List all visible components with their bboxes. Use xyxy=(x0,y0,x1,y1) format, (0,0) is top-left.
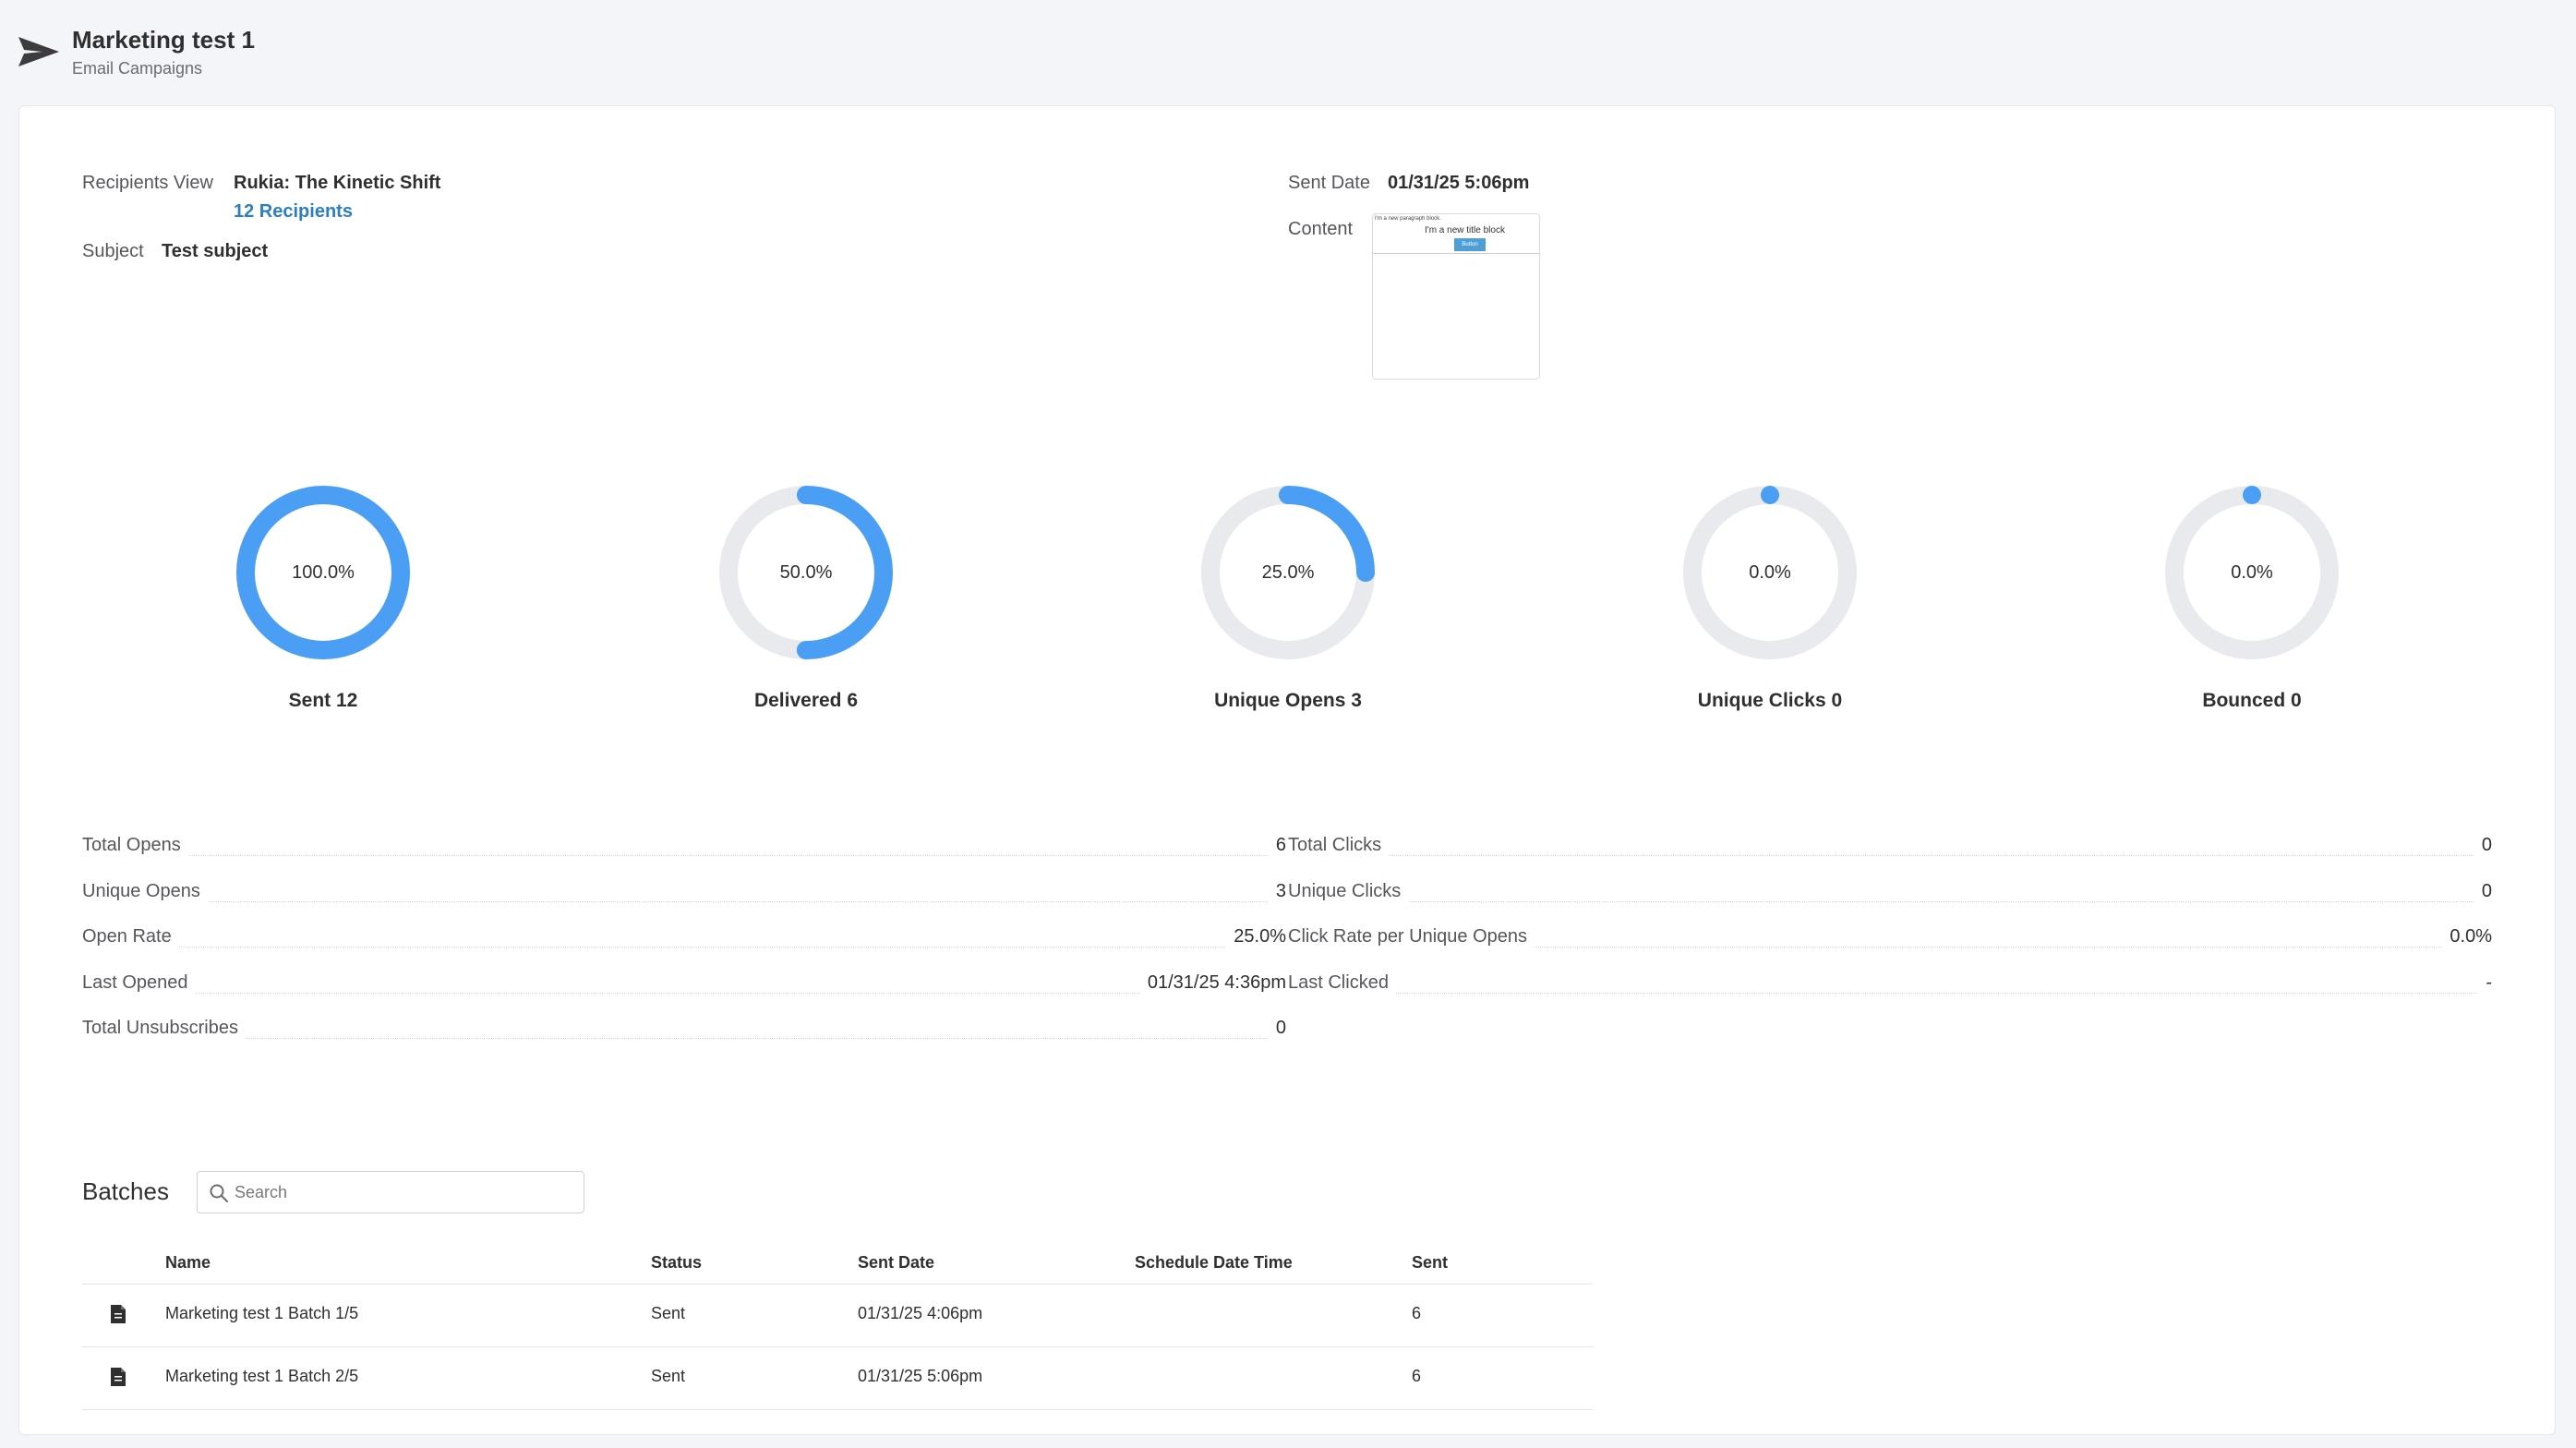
stat-value: 6 xyxy=(1268,835,1286,856)
sent-date-label: Sent Date xyxy=(1288,173,1370,193)
batch-name[interactable]: Marketing test 1 Batch 2/5 xyxy=(165,1367,358,1386)
stat-label: Total Clicks xyxy=(1288,835,1390,856)
donut-chart: 0.0% xyxy=(2160,480,2344,665)
stat-value: 3 xyxy=(1268,880,1286,902)
campaign-card: Recipients View Rukia: The Kinetic Shift… xyxy=(18,105,2556,1435)
donut-label: Bounced 0 xyxy=(2202,690,2302,711)
stat-label: Unique Clicks xyxy=(1288,880,1409,902)
donut-chart: 50.0% xyxy=(714,480,898,665)
donut-label: Unique Clicks 0 xyxy=(1697,690,1843,711)
recipients-view-value: Rukia: The Kinetic Shift xyxy=(234,173,441,193)
stat-leader xyxy=(82,1038,1286,1039)
column-header-sent[interactable]: Sent xyxy=(1412,1253,1448,1273)
donut-percent: 100.0% xyxy=(292,562,355,583)
paper-plane-icon xyxy=(18,37,59,66)
stat-value: 25.0% xyxy=(1226,926,1286,947)
column-header-schedule[interactable]: Schedule Date Time xyxy=(1135,1253,1293,1273)
preview-divider xyxy=(1373,253,1539,254)
stat-label: Open Rate xyxy=(82,926,179,947)
batch-sent: 6 xyxy=(1412,1304,1422,1322)
table-row-divider xyxy=(82,1409,1593,1410)
stat-row: Total Unsubscribes 0 xyxy=(82,1018,1286,1045)
stat-leader xyxy=(1288,855,2492,856)
donut-label: Delivered 6 xyxy=(753,690,859,711)
stat-row: Total Clicks 0 xyxy=(1288,835,2492,863)
stat-row: Last Opened 01/31/25 4:36pm xyxy=(82,971,1286,1000)
stat-label: Unique Opens xyxy=(82,880,208,902)
donut-chart: 0.0% xyxy=(1678,480,1862,665)
stat-value: 0 xyxy=(2474,880,2492,902)
batch-sent-date: 01/31/25 4:06pm xyxy=(858,1304,983,1322)
stat-label: Total Unsubscribes xyxy=(82,1018,246,1039)
batch-status: Sent xyxy=(651,1304,686,1322)
stat-row: Last Clicked - xyxy=(1288,971,2492,1000)
stat-value: 0 xyxy=(2474,835,2492,856)
donut-chart: 25.0% xyxy=(1196,480,1380,665)
stat-value: 01/31/25 4:36pm xyxy=(1139,971,1286,994)
page-subtitle: Email Campaigns xyxy=(72,59,203,78)
stat-label: Last Opened xyxy=(82,971,196,994)
batch-status: Sent xyxy=(651,1367,686,1385)
column-header-status[interactable]: Status xyxy=(651,1253,702,1273)
batches-title: Batches xyxy=(82,1177,169,1205)
batches-search[interactable] xyxy=(197,1171,584,1213)
stat-value: - xyxy=(2478,971,2492,994)
donut-percent: 25.0% xyxy=(1261,562,1315,583)
stat-leader xyxy=(1288,900,2492,902)
donut-label: Unique Opens 3 xyxy=(1214,690,1362,711)
search-icon xyxy=(210,1184,228,1202)
stat-leader xyxy=(1288,992,2492,994)
recipients-view-label: Recipients View xyxy=(82,173,213,193)
sent-date-value: 01/31/25 5:06pm xyxy=(1388,173,1530,193)
stat-row: Unique Clicks 0 xyxy=(1288,880,2492,909)
stat-row: Total Opens 6 xyxy=(82,835,1286,863)
stat-leader xyxy=(82,992,1286,994)
stat-value: 0.0% xyxy=(2442,926,2492,947)
batch-sent-date: 01/31/25 5:06pm xyxy=(858,1367,983,1385)
stat-label: Last Clicked xyxy=(1288,971,1396,994)
stat-row: Click Rate per Unique Opens 0.0% xyxy=(1288,926,2492,954)
column-header-sent-date[interactable]: Sent Date xyxy=(858,1253,934,1273)
donut-chart: 100.0% xyxy=(231,480,415,665)
batch-sent: 6 xyxy=(1412,1367,1422,1385)
file-icon[interactable] xyxy=(110,1304,126,1324)
file-icon[interactable] xyxy=(110,1367,126,1387)
content-preview[interactable]: I'm a new paragraph block. I'm a new tit… xyxy=(1372,213,1540,380)
stat-label: Click Rate per Unique Opens xyxy=(1288,926,1535,947)
preview-button: Button xyxy=(1454,238,1486,251)
content-label: Content xyxy=(1288,219,1354,239)
table-row-divider xyxy=(82,1346,1593,1347)
subject-value: Test subject xyxy=(162,241,269,261)
recipients-link[interactable]: 12 Recipients xyxy=(234,201,353,223)
stat-row: Unique Opens 3 xyxy=(82,880,1286,909)
donut-percent: 0.0% xyxy=(2231,562,2273,583)
table-header-divider xyxy=(82,1284,1593,1285)
stat-row: Open Rate 25.0% xyxy=(82,926,1286,954)
donut-percent: 0.0% xyxy=(1749,562,1791,583)
subject-label: Subject xyxy=(82,241,144,261)
stat-leader xyxy=(82,855,1286,856)
preview-paragraph: I'm a new paragraph block. xyxy=(1375,216,1441,222)
stat-label: Total Opens xyxy=(82,835,188,856)
batch-name[interactable]: Marketing test 1 Batch 1/5 xyxy=(165,1304,358,1323)
stat-value: 0 xyxy=(1268,1018,1286,1039)
preview-title: I'm a new title block xyxy=(1425,225,1505,235)
donut-label: Sent 12 xyxy=(288,690,358,711)
stat-leader xyxy=(82,900,1286,902)
donut-percent: 50.0% xyxy=(779,562,833,583)
page-title: Marketing test 1 xyxy=(72,26,255,54)
column-header-name[interactable]: Name xyxy=(165,1253,211,1273)
search-input[interactable] xyxy=(235,1179,567,1205)
